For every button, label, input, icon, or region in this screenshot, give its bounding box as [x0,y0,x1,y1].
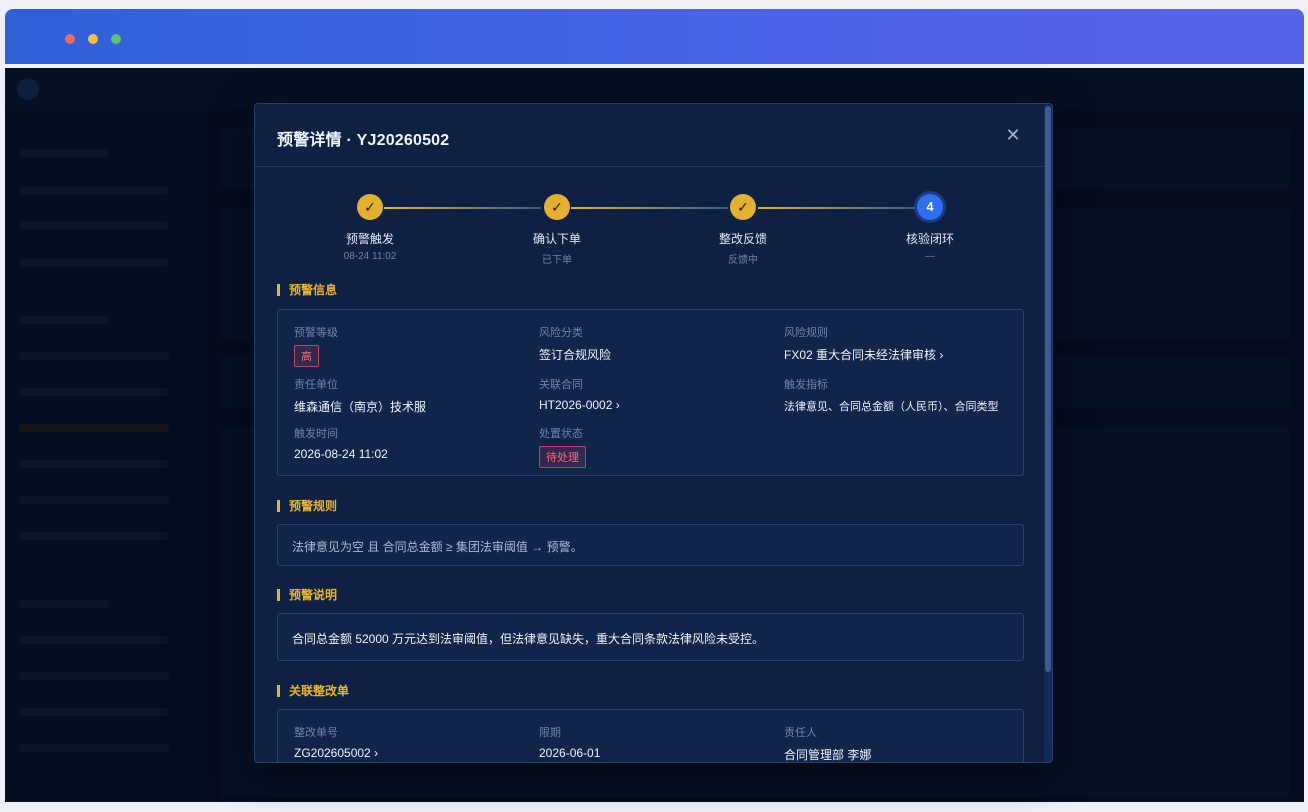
field-label: 触发指标 [784,379,828,391]
window-maximize-dot[interactable] [111,34,121,44]
check-icon: ✓ [357,194,383,220]
field-owner: 责任人 合同管理部 李娜 [784,724,872,762]
field-handling-status: 处置状态 待处理 [539,425,586,468]
alert-rule-card: 法律意见为空 且 合同总金额 ≥ 集团法审阈值 → 预警。 [277,524,1024,566]
field-trigger-time: 触发时间 2026-08-24 11:02 [294,425,388,461]
field-deadline: 限期 2026-06-01 [539,724,600,760]
modal-header: 预警详情 · YJ20260502 ✕ [255,104,1052,167]
rectification-card: 整改单号 ZG202605002 › 限期 2026-06-01 责任人 合同管… [277,709,1024,762]
check-icon: ✓ [730,194,756,220]
alert-info-card: 预警等级 高 风险分类 签订合规风险 风险规则 FX02 重大合同未经法律审核 … [277,309,1024,476]
rectification-no-link[interactable]: ZG202605002 › [294,746,378,760]
step-alert-triggered: ✓ 预警触发 08-24 11:02 [315,194,425,262]
related-contract-link[interactable]: HT2026-0002 › [539,398,620,412]
field-rectification-no: 整改单号 ZG202605002 › [294,724,378,760]
field-label: 触发时间 [294,428,338,440]
field-label: 整改单号 [294,727,338,739]
field-value: 维森通信（南京）技术服 [294,400,427,414]
field-value: 2026-06-01 [539,746,601,760]
alert-rule-text: 法律意见为空 且 合同总金额 ≥ 集团法审阈值 → 预警。 [292,540,583,554]
field-alert-level: 预警等级 高 [294,324,338,367]
status-badge: 待处理 [539,446,586,468]
alert-detail-modal: 预警详情 · YJ20260502 ✕ ✓ 预警触发 08-24 11:02 ✓… [254,103,1053,763]
field-label: 关联合同 [539,379,583,391]
step-order-confirmed: ✓ 确认下单 已下单 [502,194,612,266]
alert-description-card: 合同总金额 52000 万元达到法审阈值，但法律意见缺失，重大合同条款法律风险未… [277,613,1024,661]
modal-scrollbar[interactable] [1044,104,1052,762]
step-verification-closed: 4 核验闭环 — [875,194,985,262]
field-value: 合同管理部 李娜 [784,748,872,762]
field-value: 签订合规风险 [539,348,612,362]
field-trigger-indicator: 触发指标 法律意见、合同总金额（人民币）、合同类型 [784,376,999,414]
step-label: 预警触发 [345,232,394,246]
close-icon[interactable]: ✕ [1004,126,1022,144]
window-minimize-dot[interactable] [88,34,98,44]
step-number-icon: 4 [917,194,943,220]
level-badge: 高 [294,345,319,367]
field-label: 处置状态 [539,428,583,440]
field-risk-category: 风险分类 签订合规风险 [539,324,611,363]
step-sublabel: 已下单 [542,255,572,266]
check-icon: ✓ [544,194,570,220]
step-sublabel: 反馈中 [728,255,758,266]
step-label: 确认下单 [532,232,581,246]
browser-title-bar [5,9,1304,64]
section-title-alert-description: 预警说明 [277,589,337,601]
field-label: 责任单位 [294,379,338,391]
step-sublabel: 08-24 11:02 [343,251,397,262]
field-label: 责任人 [784,727,817,739]
field-label: 限期 [539,727,561,739]
modal-title: 预警详情 · YJ20260502 [277,132,450,149]
step-sublabel: — [925,251,935,262]
field-related-contract: 关联合同 HT2026-0002 › [539,376,620,412]
field-value: 2026-08-24 11:02 [294,447,388,461]
scrollbar-thumb[interactable] [1045,106,1051,672]
progress-steps: ✓ 预警触发 08-24 11:02 ✓ 确认下单 已下单 ✓ 整改反馈 反馈中… [315,194,965,266]
step-label: 核验闭环 [905,232,954,246]
step-label: 整改反馈 [718,232,767,246]
section-title-alert-rule: 预警规则 [277,500,337,512]
step-rectification-feedback: ✓ 整改反馈 反馈中 [688,194,798,266]
section-title-alert-info: 预警信息 [277,284,337,296]
section-title-rectification: 关联整改单 [277,685,349,697]
field-value: 法律意见、合同总金额（人民币）、合同类型 [784,401,999,413]
field-label: 风险规则 [784,327,828,339]
field-label: 风险分类 [539,327,583,339]
risk-rule-link[interactable]: FX02 重大合同未经法律审核 › [784,346,943,363]
field-risk-rule: 风险规则 FX02 重大合同未经法律审核 › [784,324,943,363]
field-label: 预警等级 [294,327,338,339]
alert-description-text: 合同总金额 52000 万元达到法审阈值，但法律意见缺失，重大合同条款法律风险未… [292,632,765,646]
window-close-dot[interactable] [65,34,75,44]
field-responsible-unit: 责任单位 维森通信（南京）技术服 [294,376,426,415]
